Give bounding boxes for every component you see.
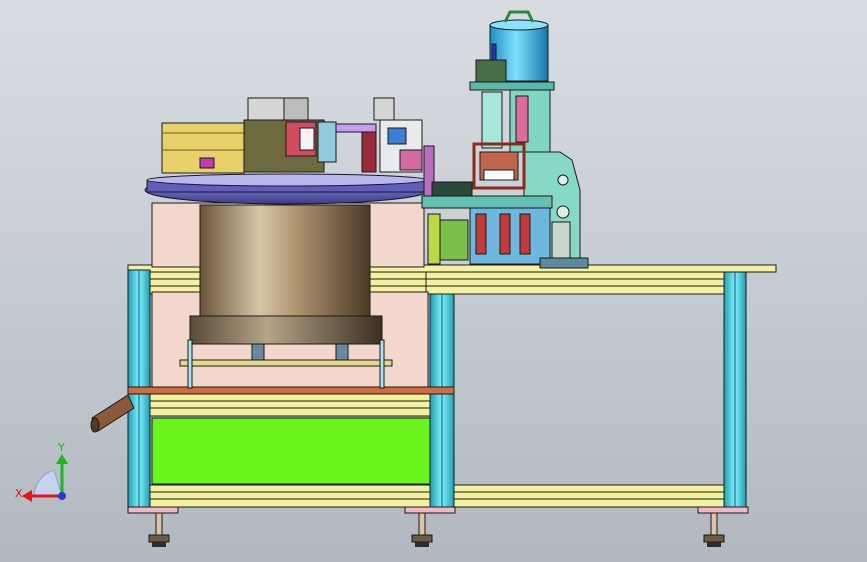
axis-triad: [22, 454, 68, 502]
triad-y-label: Y: [58, 441, 65, 454]
cad-viewport[interactable]: X Y: [0, 0, 867, 562]
triad-plane-wedge: [33, 469, 63, 497]
y-axis-arrow: [56, 454, 68, 464]
z-axis-dot: [58, 492, 66, 500]
triad-x-label: X: [15, 487, 23, 500]
x-axis-arrow: [22, 490, 32, 502]
